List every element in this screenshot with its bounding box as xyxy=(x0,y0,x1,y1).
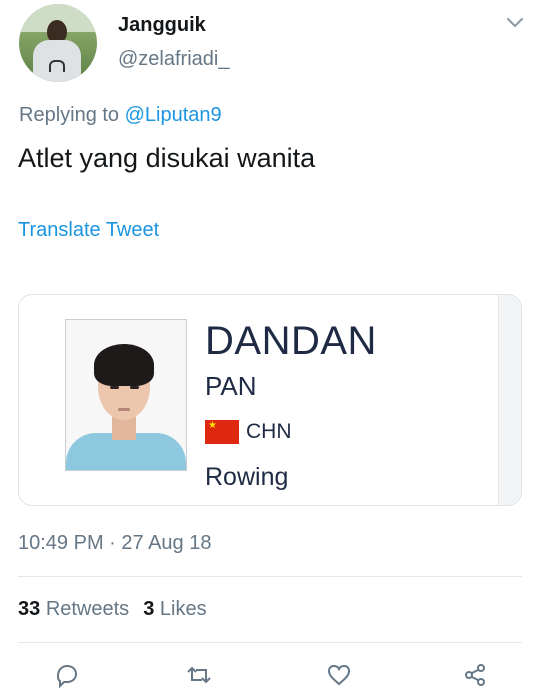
reply-icon[interactable] xyxy=(54,662,80,688)
chevron-down-icon[interactable] xyxy=(506,14,524,32)
avatar[interactable] xyxy=(19,4,97,82)
athlete-sport: Rowing xyxy=(205,463,289,491)
translate-tweet-link[interactable]: Translate Tweet xyxy=(18,219,159,242)
tweet-timestamp[interactable]: 10:49 PM · 27 Aug 18 xyxy=(18,532,211,555)
tweet-stats: 33 Retweets 3 Likes xyxy=(18,598,207,621)
retweets-label: Retweets xyxy=(45,598,130,620)
photo-eye-left xyxy=(110,386,119,389)
athlete-first-name: DANDAN xyxy=(205,319,377,363)
tweet-text: Atlet yang disukai wanita xyxy=(18,143,316,173)
divider-bottom xyxy=(18,642,522,643)
likes-stat[interactable]: 3 Likes xyxy=(143,598,206,620)
share-icon[interactable] xyxy=(462,662,488,688)
replying-to: Replying to @Liputan9 xyxy=(19,104,222,127)
shirt-logo-icon xyxy=(49,60,65,72)
athlete-country: CHN xyxy=(246,420,292,443)
athlete-last-name: PAN xyxy=(205,371,257,401)
photo-eye-right xyxy=(130,386,139,389)
retweets-count: 33 xyxy=(18,598,41,620)
replying-to-label: Replying to xyxy=(19,104,120,126)
likes-label: Likes xyxy=(159,598,207,620)
reply-mention-link[interactable]: @Liputan9 xyxy=(125,104,222,126)
author-handle[interactable]: @zelafriadi_ xyxy=(118,48,229,71)
divider-top xyxy=(18,576,522,577)
tweet-actions xyxy=(0,658,540,688)
athlete-card[interactable]: DANDAN PAN ★ CHN Rowing xyxy=(18,294,522,506)
author-name[interactable]: Jangguik xyxy=(118,14,206,37)
likes-count: 3 xyxy=(143,598,155,620)
like-icon[interactable] xyxy=(326,662,352,688)
card-edge xyxy=(498,295,521,505)
photo-hair xyxy=(94,344,154,386)
photo-mouth xyxy=(118,408,130,411)
retweets-stat[interactable]: 33 Retweets xyxy=(18,598,129,620)
china-flag-icon: ★ xyxy=(205,420,239,444)
flag-star-icon: ★ xyxy=(208,420,217,431)
retweet-icon[interactable] xyxy=(186,662,212,688)
athlete-photo xyxy=(65,319,187,471)
